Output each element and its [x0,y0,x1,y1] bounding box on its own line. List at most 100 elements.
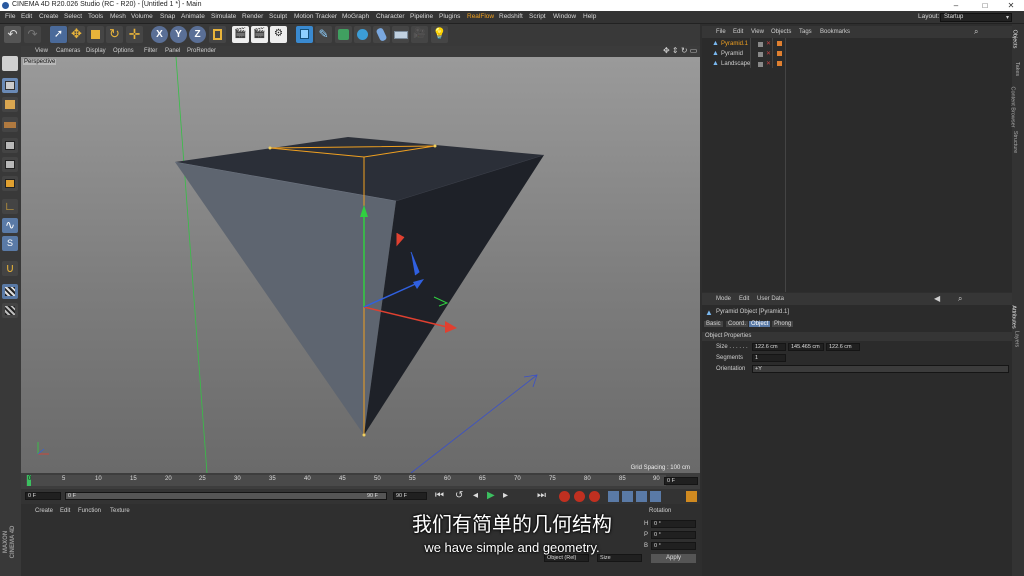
polygons-mode-icon[interactable] [2,176,18,191]
object-row[interactable]: ▲ Pyramid ✕ [702,50,1012,60]
attr-menu-edit[interactable]: Edit [739,296,749,302]
tab-takes[interactable]: Takes [1014,62,1020,76]
objects-menu-bookmarks[interactable]: Bookmarks [820,29,850,35]
objects-menu-objects[interactable]: Objects [771,29,791,35]
magnet-icon[interactable]: ∪ [2,261,18,276]
minimize-button[interactable]: – [945,0,967,11]
back-arrow-icon[interactable]: ◀ [934,294,940,303]
record-icon[interactable] [559,491,570,502]
tab-attributes[interactable]: Attributes [1011,305,1017,328]
enable-check-icon[interactable]: ✕ [766,50,771,57]
end-frame-field[interactable]: 90 F [393,492,427,500]
make-editable-icon[interactable] [2,56,18,71]
grid-icon[interactable] [2,284,18,299]
size-y-field[interactable]: 145.465 cm [788,343,824,351]
timeline-ruler[interactable]: 0 5 10 15 20 25 30 35 40 45 50 55 60 65 … [21,473,700,489]
visibility-toggle[interactable] [758,52,763,57]
pen-icon[interactable]: ✎ [315,26,332,43]
menu-snap[interactable]: Snap [160,13,175,20]
layout-dropdown[interactable]: Startup ▾ [940,13,1012,22]
tab-layers[interactable]: Layers [1013,331,1019,348]
play-icon[interactable]: ▶ [487,490,495,501]
objects-menu-edit[interactable]: Edit [733,29,743,35]
menu-sculpt[interactable]: Sculpt [269,13,287,20]
texture-mode-icon[interactable] [2,97,18,112]
close-button[interactable]: ✕ [1000,0,1022,11]
create-icon[interactable]: ✛ [126,26,143,43]
tab-objects[interactable]: Objects [1011,30,1017,49]
menu-render[interactable]: Render [242,13,263,20]
key-param-icon[interactable] [650,491,661,502]
light-icon[interactable]: 💡 [431,26,448,43]
enable-check-icon[interactable]: ✕ [766,40,771,47]
timeline-layout-icon[interactable] [686,491,697,502]
floor-icon[interactable] [392,26,409,43]
perspective-viewport[interactable]: Perspective Grid Spacing : 100 cm [21,57,700,473]
menu-plugins[interactable]: Plugins [439,13,460,20]
enable-check-icon[interactable]: ✕ [766,60,771,67]
menu-script[interactable]: Script [529,13,546,20]
viewport-menu-panel[interactable]: Panel [165,48,180,54]
menu-mograph[interactable]: MoGraph [342,13,369,20]
cube-icon[interactable] [296,26,313,43]
key-scale-icon[interactable] [622,491,633,502]
tab-phong[interactable]: Phong [772,321,794,327]
visibility-toggle[interactable] [758,42,763,47]
object-row[interactable]: ▲ Landscape ✕ [702,60,1012,70]
subdivision-icon[interactable] [335,26,352,43]
tab-content-browser[interactable]: Content Browser [1009,87,1015,128]
viewport-menu-view[interactable]: View [35,48,48,54]
menu-motion-tracker[interactable]: Motion Tracker [294,13,337,20]
attr-menu-mode[interactable]: Mode [716,296,731,302]
snap-icon[interactable]: S [2,236,18,251]
redo-icon[interactable]: ↷ [24,26,41,43]
deformer-icon[interactable] [373,26,390,43]
objects-menu-view[interactable]: View [751,29,764,35]
locked-workplane-icon[interactable] [2,303,18,318]
workplane-mode-icon[interactable] [2,117,18,132]
menu-tools[interactable]: Tools [88,13,103,20]
loop-icon[interactable]: ↺ [455,490,463,501]
edges-mode-icon[interactable] [2,157,18,172]
tweak-mode-icon[interactable]: ∿ [2,218,18,233]
tab-object[interactable]: Object [749,321,771,327]
menu-help[interactable]: Help [583,13,596,20]
tab-coord[interactable]: Coord. [726,321,749,327]
y-axis-icon[interactable]: Y [170,26,187,43]
timeline-end-field[interactable]: 0 F [664,477,698,485]
axis-mode-icon[interactable]: ∟ [2,199,18,214]
coordinate-size-select[interactable]: Size [597,554,642,562]
segments-field[interactable]: 1 [752,354,786,362]
coordinate-mode-select[interactable]: Object (Rel) [544,554,589,562]
tag-icon[interactable] [777,41,782,46]
autokey-icon[interactable] [574,491,585,502]
menu-character[interactable]: Character [376,13,405,20]
menu-redshift[interactable]: Redshift [499,13,523,20]
orientation-dropdown[interactable]: +Y [752,365,1009,373]
undo-icon[interactable]: ↶ [4,26,21,43]
menu-pipeline[interactable]: Pipeline [410,13,433,20]
step-back-icon[interactable]: ◂ [473,490,478,501]
object-row[interactable]: ▲ Pyramid.1 ✕ [702,40,1012,50]
menu-mesh[interactable]: Mesh [110,13,126,20]
step-forward-icon[interactable]: ▸ [503,490,508,501]
tab-structure[interactable]: Structure [1012,131,1018,153]
start-frame-field[interactable]: 0 F [25,492,61,500]
viewport-menu-prorender[interactable]: ProRender [187,48,216,54]
scale-icon[interactable] [87,26,104,43]
array-icon[interactable] [354,26,371,43]
keyframe-help-icon[interactable] [589,491,600,502]
menu-realflow[interactable]: RealFlow [467,13,494,20]
z-axis-icon[interactable]: Z [189,26,206,43]
size-z-field[interactable]: 122.6 cm [826,343,860,351]
menu-window[interactable]: Window [553,13,576,20]
apply-button[interactable]: Apply [651,554,696,563]
viewport-menu-display[interactable]: Display [86,48,106,54]
visibility-toggle[interactable] [758,62,763,67]
render-picture-viewer-icon[interactable]: 🎬 [251,26,268,43]
render-settings-icon[interactable]: ⚙ [270,26,287,43]
search-icon[interactable]: ⌕ [958,294,962,304]
menu-animate[interactable]: Animate [181,13,205,20]
points-mode-icon[interactable] [2,138,18,153]
tag-icon[interactable] [777,61,782,66]
